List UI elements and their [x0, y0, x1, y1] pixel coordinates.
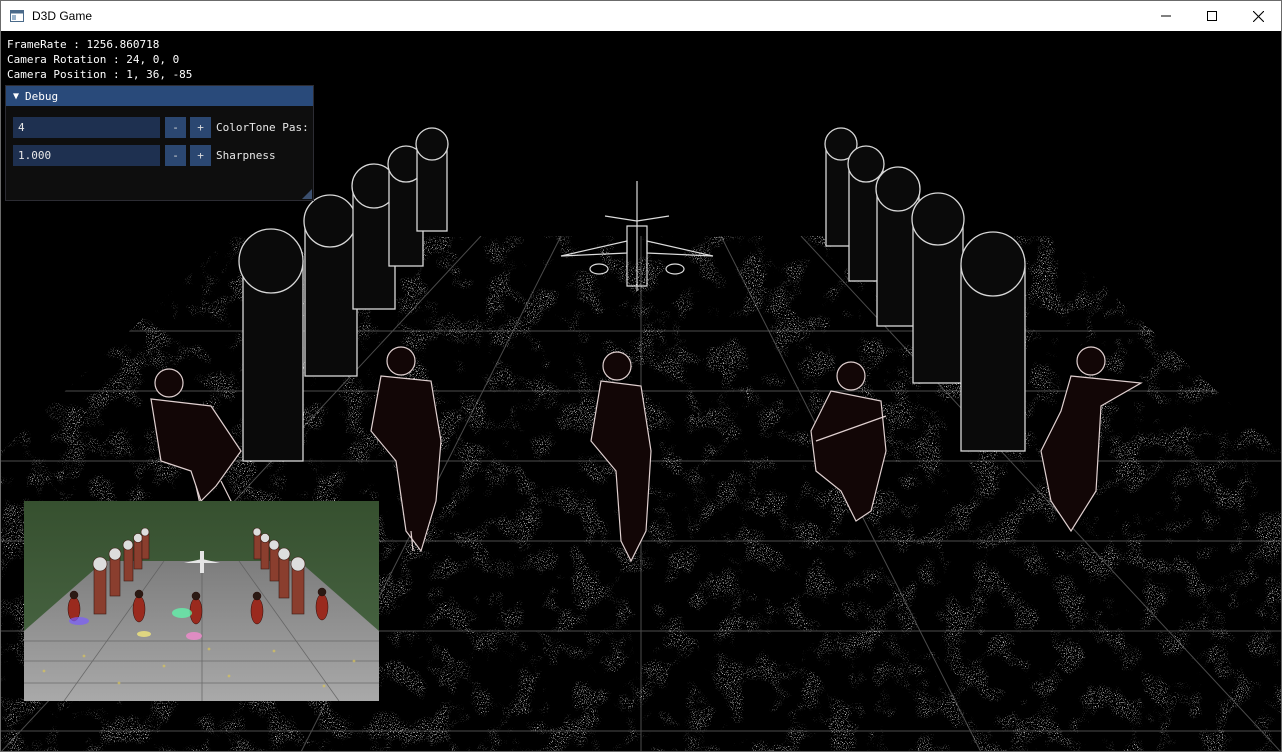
- sharpness-label: Sharpness: [216, 148, 276, 162]
- pillar: [238, 228, 304, 462]
- pillar: [303, 194, 358, 377]
- debug-panel-header[interactable]: ▼ Debug: [6, 86, 313, 106]
- camera-position-text: Camera Position : 1, 36, -85: [7, 68, 193, 81]
- close-button[interactable]: [1235, 1, 1281, 31]
- debug-panel[interactable]: ▼ Debug 4 - + ColorTone Pas: 1.000 - + S…: [5, 85, 314, 201]
- debug-row-sharpness: 1.000 - + Sharpness: [13, 144, 276, 166]
- debug-row-colortone: 4 - + ColorTone Pas:: [13, 116, 309, 138]
- title-bar[interactable]: D3D Game: [1, 1, 1281, 31]
- maximize-button[interactable]: [1189, 1, 1235, 31]
- panel-resize-grip[interactable]: [302, 189, 312, 199]
- app-window-icon: [10, 10, 24, 22]
- framerate-text: FrameRate : 1256.860718: [7, 38, 160, 51]
- original-render-preview: [24, 501, 379, 701]
- minimize-icon: [1161, 15, 1171, 17]
- sharpness-decrement-button[interactable]: -: [165, 144, 186, 166]
- game-window: D3D Game FrameRate: 1256.860718 Camera …: [0, 0, 1282, 752]
- window-title: D3D Game: [32, 9, 93, 23]
- maximize-icon: [1207, 11, 1217, 21]
- pillar: [415, 127, 449, 232]
- colortone-decrement-button[interactable]: -: [165, 116, 186, 138]
- camera-rotation-text: Camera Rotation : 24, 0, 0: [7, 53, 180, 66]
- triangle-down-icon[interactable]: ▼: [13, 91, 19, 102]
- sharpness-field[interactable]: 1.000: [13, 144, 160, 166]
- pillar: [911, 192, 965, 384]
- sharpness-increment-button[interactable]: +: [190, 144, 211, 166]
- pillar: [960, 231, 1026, 452]
- colortone-pass-label: ColorTone Pas:: [216, 120, 309, 134]
- debug-panel-title: Debug: [25, 89, 59, 103]
- game-viewport[interactable]: FrameRate : 1256.860718 Camera Rotation …: [1, 31, 1281, 751]
- colortone-increment-button[interactable]: +: [190, 116, 211, 138]
- hud-stats: FrameRate : 1256.860718 Camera Rotation …: [7, 37, 192, 82]
- minimize-button[interactable]: [1143, 1, 1189, 31]
- close-icon: [1252, 10, 1264, 22]
- colortone-pass-field[interactable]: 4: [13, 116, 160, 138]
